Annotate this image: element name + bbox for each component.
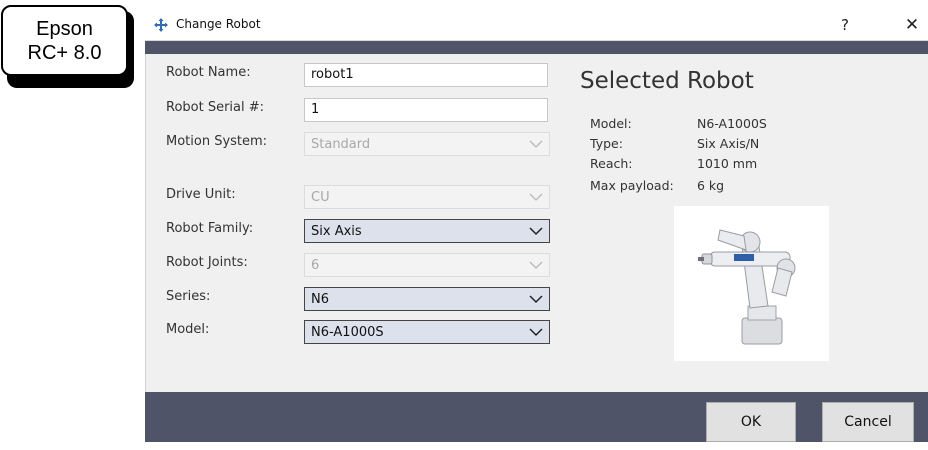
robot-joints-value: 6 bbox=[311, 258, 320, 273]
top-strip bbox=[145, 41, 928, 54]
chevron-down-icon bbox=[529, 328, 543, 337]
drive-unit-value: CU bbox=[311, 190, 330, 205]
robot-name-label: Robot Name: bbox=[166, 65, 251, 80]
robot-family-value: Six Axis bbox=[311, 224, 362, 239]
model-label: Model: bbox=[166, 322, 210, 337]
bottom-bar bbox=[145, 392, 928, 442]
title-bar: Change Robot ? ✕ bbox=[145, 10, 928, 41]
motion-system-label: Motion System: bbox=[166, 134, 268, 149]
info-model-key: Model: bbox=[590, 116, 632, 131]
model-value: N6-A1000S bbox=[311, 325, 384, 340]
drive-unit-select: CU bbox=[304, 185, 550, 209]
robot-family-select[interactable]: Six Axis bbox=[304, 219, 550, 243]
series-value: N6 bbox=[311, 292, 329, 307]
info-reach-value: 1010 mm bbox=[697, 156, 758, 171]
close-button[interactable]: ✕ bbox=[900, 14, 924, 36]
robot-arm-image bbox=[674, 206, 829, 361]
move-arrows-icon bbox=[154, 18, 168, 32]
robot-name-input[interactable]: robot1 bbox=[304, 63, 548, 87]
robot-joints-label: Robot Joints: bbox=[166, 255, 248, 270]
info-model-value: N6-A1000S bbox=[697, 116, 767, 131]
change-robot-dialog: Change Robot ? ✕ Robot Name: robot1 Robo… bbox=[145, 10, 928, 450]
motion-system-value: Standard bbox=[311, 137, 371, 152]
window-title: Change Robot bbox=[176, 17, 261, 31]
ok-button[interactable]: OK bbox=[706, 402, 796, 442]
model-select[interactable]: N6-A1000S bbox=[304, 320, 550, 344]
robot-serial-label: Robot Serial #: bbox=[166, 100, 265, 115]
badge-line1: Epson bbox=[36, 17, 93, 40]
info-payload-value: 6 kg bbox=[697, 178, 725, 193]
cancel-button[interactable]: Cancel bbox=[822, 402, 914, 442]
info-payload-key: Max payload: bbox=[590, 178, 674, 193]
chevron-down-icon bbox=[529, 261, 543, 269]
series-select[interactable]: N6 bbox=[304, 287, 550, 311]
drive-unit-label: Drive Unit: bbox=[166, 187, 236, 202]
robot-serial-input[interactable]: 1 bbox=[304, 98, 548, 122]
help-button[interactable]: ? bbox=[833, 14, 857, 36]
chevron-down-icon bbox=[529, 140, 543, 148]
selected-robot-heading: Selected Robot bbox=[580, 68, 754, 94]
chevron-down-icon bbox=[529, 193, 543, 201]
motion-system-select: Standard bbox=[304, 132, 550, 156]
robot-family-label: Robot Family: bbox=[166, 221, 254, 236]
badge-line2: RC+ 8.0 bbox=[27, 41, 102, 64]
chevron-down-icon bbox=[529, 295, 543, 304]
info-reach-key: Reach: bbox=[590, 156, 633, 171]
series-label: Series: bbox=[166, 289, 211, 304]
info-type-value: Six Axis/N bbox=[697, 136, 760, 151]
epson-badge: Epson RC+ 8.0 bbox=[1, 5, 128, 76]
robot-joints-select: 6 bbox=[304, 253, 550, 277]
chevron-down-icon bbox=[529, 227, 543, 236]
info-type-key: Type: bbox=[590, 136, 623, 151]
